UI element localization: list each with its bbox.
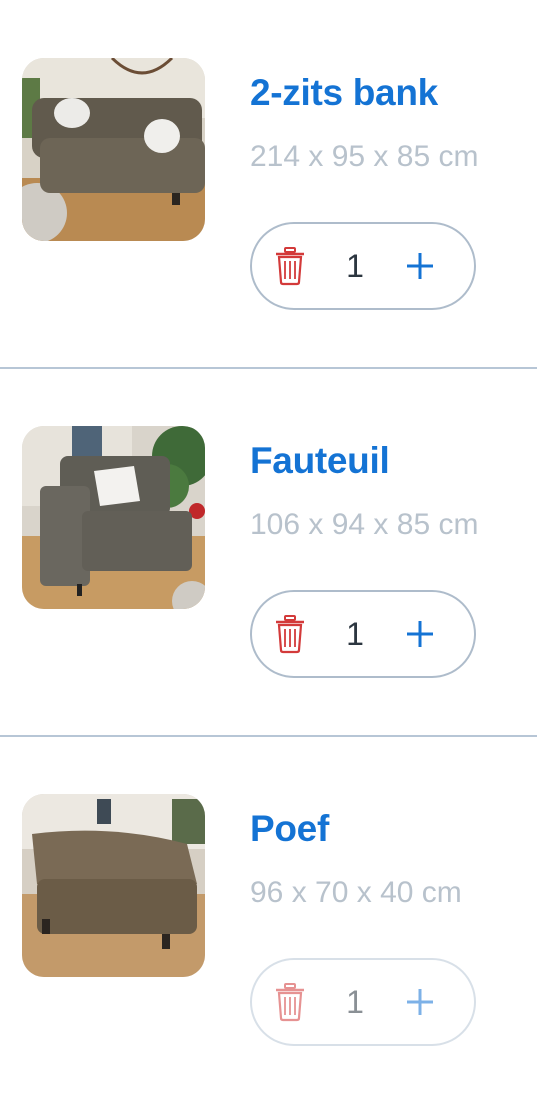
item-dimensions: 214 x 95 x 85 cm xyxy=(250,140,479,173)
cart-item: 2-zits bank 214 x 95 x 85 cm 1 xyxy=(0,0,537,368)
quantity-stepper: 1 xyxy=(250,222,476,310)
cart-item: Poef 96 x 70 x 40 cm 1 xyxy=(0,736,537,1104)
quantity-value: 1 xyxy=(346,616,364,652)
armchair-image xyxy=(22,426,205,609)
plus-icon[interactable] xyxy=(404,250,436,282)
quantity-stepper: 1 xyxy=(250,958,476,1046)
plus-icon[interactable] xyxy=(404,618,436,650)
ottoman-image xyxy=(22,794,205,977)
trash-icon[interactable] xyxy=(274,246,306,286)
item-dimensions: 106 x 94 x 85 cm xyxy=(250,508,479,541)
quantity-value: 1 xyxy=(346,984,364,1020)
sofa-image xyxy=(22,58,205,241)
item-dimensions: 96 x 70 x 40 cm xyxy=(250,876,462,909)
cart-item: Fauteuil 106 x 94 x 85 cm 1 xyxy=(0,368,537,736)
trash-icon[interactable] xyxy=(274,614,306,654)
item-title: 2-zits bank xyxy=(250,72,438,113)
quantity-value: 1 xyxy=(346,248,364,284)
trash-icon[interactable] xyxy=(274,982,306,1022)
item-title: Fauteuil xyxy=(250,440,390,481)
plus-icon[interactable] xyxy=(404,986,436,1018)
item-title: Poef xyxy=(250,808,329,849)
quantity-stepper: 1 xyxy=(250,590,476,678)
